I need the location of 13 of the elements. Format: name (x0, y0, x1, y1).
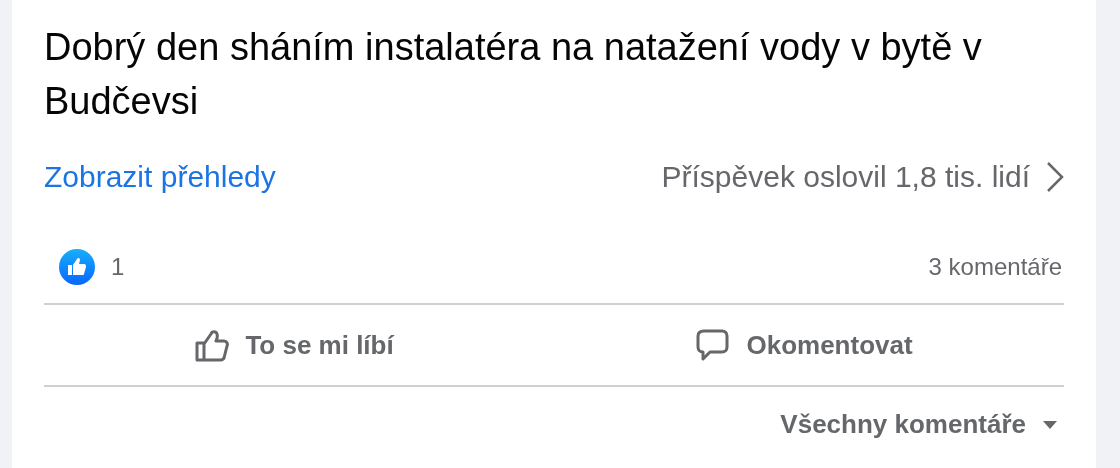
like-button[interactable]: To se mi líbí (44, 305, 546, 385)
like-reaction-icon (59, 249, 95, 285)
comment-icon (696, 328, 731, 362)
comment-filter-dropdown[interactable]: Všechny komentáře (780, 405, 1058, 444)
thumbs-up-icon (195, 327, 230, 363)
comment-count[interactable]: 3 komentáře (928, 249, 1062, 285)
chevron-right-icon (1046, 160, 1064, 193)
reach-link[interactable]: Příspěvek oslovil 1,8 tis. lidí (661, 154, 1064, 199)
caret-icon (1042, 419, 1058, 430)
insights-link[interactable]: Zobrazit přehledy (44, 154, 276, 199)
reaction-count: 1 (111, 252, 125, 282)
comment-button[interactable]: Okomentovat (545, 305, 1064, 385)
post-text: Dobrý den sháním instalatéra na natažení vody v bytě v Budčevsi (44, 25, 983, 124)
